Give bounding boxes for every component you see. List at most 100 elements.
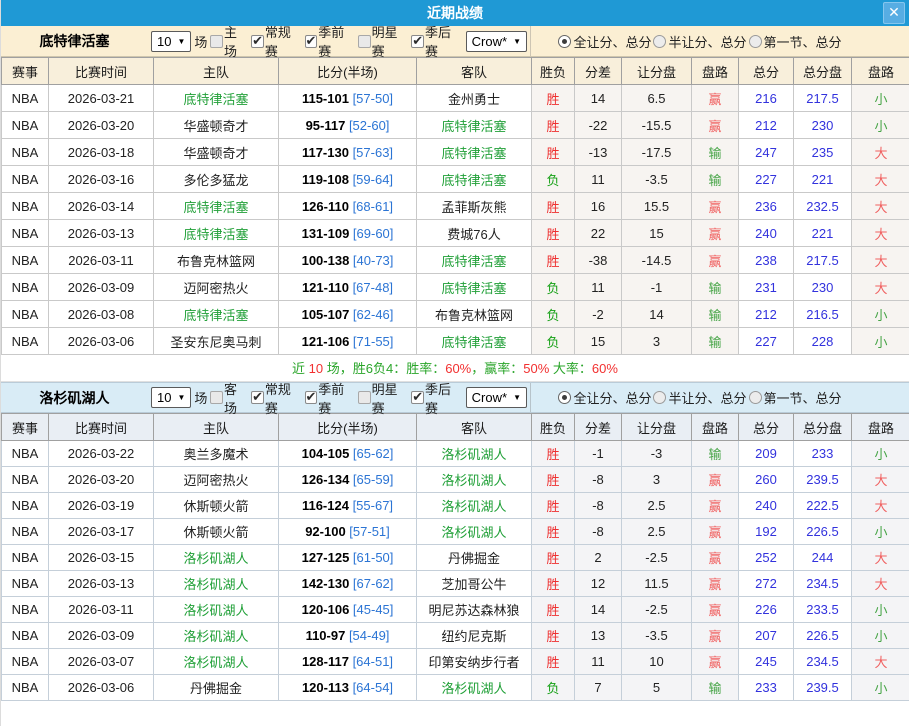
half-score: [57-51] <box>346 524 390 539</box>
column-header: 胜负 <box>532 58 575 85</box>
radio-icon[interactable] <box>749 35 762 48</box>
checkbox-icon[interactable] <box>305 391 318 404</box>
checkbox-icon[interactable] <box>210 35 223 48</box>
checkbox-label: 明星赛 <box>372 22 410 60</box>
summary-part: 近 <box>292 361 309 376</box>
close-icon[interactable]: ✕ <box>883 2 905 24</box>
score-cell: 119-108 [59-64] <box>279 166 417 193</box>
checkbox-filter-3[interactable]: 明星赛 <box>356 22 409 60</box>
checkbox-filter-0[interactable]: 主场 <box>208 22 249 60</box>
checkbox-icon[interactable] <box>251 35 264 48</box>
checkbox-icon[interactable] <box>251 391 264 404</box>
stat-mode-radios: 全让分、总分半让分、总分第一节、总分 <box>531 388 909 407</box>
date-cell: 2026-03-09 <box>49 623 154 649</box>
home-team-cell: 奥兰多魔术 <box>154 441 279 467</box>
checkbox-filter-1[interactable]: 常规赛 <box>249 379 302 417</box>
checkbox-filter-2[interactable]: 季前赛 <box>303 22 356 60</box>
checkbox-filter-4[interactable]: 季后赛 <box>409 379 462 417</box>
checkbox-icon[interactable] <box>305 35 318 48</box>
table-row: NBA2026-03-06圣安东尼奥马刺121-106 [71-55]底特律活塞… <box>2 328 909 355</box>
radio-option-0[interactable]: 全让分、总分 <box>558 388 651 407</box>
checkbox-filter-2[interactable]: 季前赛 <box>303 379 356 417</box>
radio-icon[interactable] <box>653 35 666 48</box>
over-under-cell: 小 <box>852 328 909 355</box>
checkbox-icon[interactable] <box>210 391 223 404</box>
team-name-label: 底特律活塞 <box>1 31 148 51</box>
total-line-cell: 234.5 <box>794 649 852 675</box>
filter-controls: 10▼场客场常规赛季前赛明星赛季后赛Crow*▼ <box>148 379 530 417</box>
checkbox-icon[interactable] <box>358 35 371 48</box>
result-cell: 负 <box>532 328 575 355</box>
radio-icon[interactable] <box>558 35 571 48</box>
games-count-select[interactable]: 10▼ <box>151 387 191 408</box>
total-points-cell: 209 <box>739 441 794 467</box>
checkbox-label: 明星赛 <box>372 379 410 417</box>
dialog-titlebar: 近期战绩 ✕ <box>1 0 909 26</box>
result-cell: 胜 <box>532 139 575 166</box>
handicap-result-cell: 赢 <box>692 467 739 493</box>
score-cell: 127-125 [61-50] <box>279 545 417 571</box>
handicap-result-cell: 赢 <box>692 649 739 675</box>
total-points-cell: 226 <box>739 597 794 623</box>
column-header: 让分盘 <box>622 414 692 441</box>
radio-option-1[interactable]: 半让分、总分 <box>653 32 746 51</box>
league-cell: NBA <box>2 247 49 274</box>
handicap-result-cell: 输 <box>692 166 739 193</box>
league-cell: NBA <box>2 139 49 166</box>
games-count-select[interactable]: 10▼ <box>151 31 191 52</box>
handicap-line-cell: 3 <box>622 328 692 355</box>
total-points-cell: 240 <box>739 220 794 247</box>
handicap-line-cell: 11.5 <box>622 571 692 597</box>
source-select[interactable]: Crow*▼ <box>466 387 527 408</box>
handicap-line-cell: -14.5 <box>622 247 692 274</box>
over-under-cell: 小 <box>852 85 909 112</box>
total-points-cell: 247 <box>739 139 794 166</box>
checkbox-filter-0[interactable]: 客场 <box>208 379 249 417</box>
final-score: 116-124 <box>302 498 349 513</box>
column-header: 盘路 <box>852 58 909 85</box>
handicap-result-cell: 赢 <box>692 193 739 220</box>
radio-option-0[interactable]: 全让分、总分 <box>558 32 651 51</box>
total-line-cell: 239.5 <box>794 675 852 701</box>
table-row: NBA2026-03-16多伦多猛龙119-108 [59-64]底特律活塞负1… <box>2 166 909 193</box>
radio-option-2[interactable]: 第一节、总分 <box>749 388 842 407</box>
total-points-cell: 245 <box>739 649 794 675</box>
final-score: 128-117 <box>302 654 349 669</box>
result-cell: 胜 <box>532 467 575 493</box>
checkbox-icon[interactable] <box>358 391 371 404</box>
half-score: [62-46] <box>349 307 393 322</box>
handicap-result-cell: 赢 <box>692 571 739 597</box>
checkbox-filter-4[interactable]: 季后赛 <box>409 22 462 60</box>
column-header: 客队 <box>417 58 532 85</box>
result-cell: 负 <box>532 301 575 328</box>
checkbox-filter-3[interactable]: 明星赛 <box>356 379 409 417</box>
final-score: 100-138 <box>302 253 350 268</box>
away-team-cell: 丹佛掘金 <box>417 545 532 571</box>
total-points-cell: 192 <box>739 519 794 545</box>
radio-icon[interactable] <box>749 391 762 404</box>
radio-option-2[interactable]: 第一节、总分 <box>749 32 842 51</box>
home-team-cell: 休斯顿火箭 <box>154 519 279 545</box>
checkbox-filter-1[interactable]: 常规赛 <box>249 22 302 60</box>
checkbox-label: 主场 <box>224 22 249 60</box>
checkbox-icon[interactable] <box>411 391 424 404</box>
total-points-cell: 231 <box>739 274 794 301</box>
results-table: 赛事比赛时间主队比分(半场)客队胜负分差让分盘盘路总分总分盘盘路NBA2026-… <box>1 57 909 355</box>
total-line-cell: 226.5 <box>794 519 852 545</box>
date-cell: 2026-03-21 <box>49 85 154 112</box>
radio-icon[interactable] <box>653 391 666 404</box>
handicap-result-cell: 赢 <box>692 623 739 649</box>
result-cell: 胜 <box>532 545 575 571</box>
total-line-cell: 217.5 <box>794 247 852 274</box>
chevron-down-icon: ▼ <box>513 393 521 402</box>
home-team-cell: 迈阿密热火 <box>154 274 279 301</box>
column-header: 客队 <box>417 414 532 441</box>
radio-option-1[interactable]: 半让分、总分 <box>653 388 746 407</box>
away-team-cell: 洛杉矶湖人 <box>417 493 532 519</box>
score-cell: 131-109 [69-60] <box>279 220 417 247</box>
column-header: 盘路 <box>692 58 739 85</box>
checkbox-icon[interactable] <box>411 35 424 48</box>
table-row: NBA2026-03-18华盛顿奇才117-130 [57-63]底特律活塞胜-… <box>2 139 909 166</box>
radio-icon[interactable] <box>558 391 571 404</box>
source-select[interactable]: Crow*▼ <box>466 31 527 52</box>
